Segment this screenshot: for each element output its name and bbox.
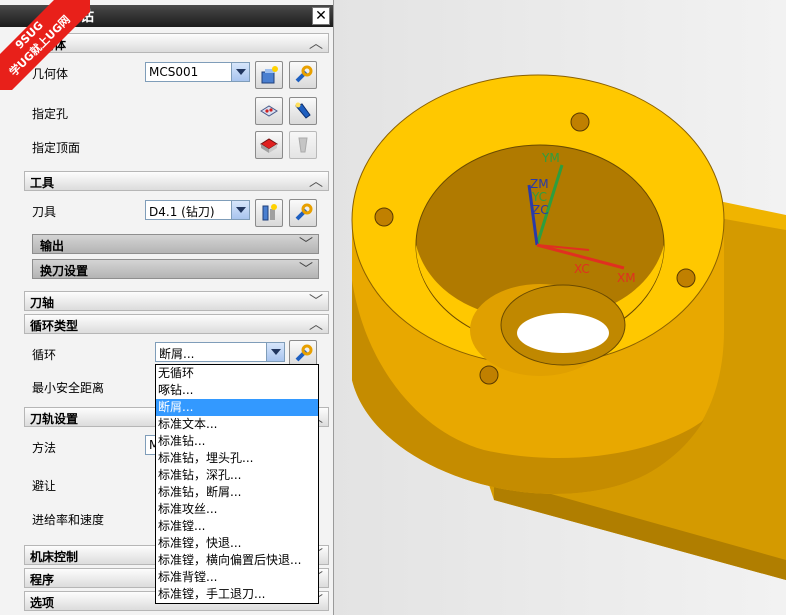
- cycle-option[interactable]: 标准钻，深孔...: [156, 467, 318, 484]
- bolt-hole: [479, 365, 499, 385]
- section-machine-control-label: 机床控制: [30, 550, 79, 564]
- edit-tool-button[interactable]: [289, 199, 317, 227]
- cycle-option[interactable]: 标准钻...: [156, 433, 318, 450]
- axis-label-xm: XM: [617, 271, 636, 285]
- chevron-up-icon: ︿: [309, 317, 323, 333]
- axis-label-zc: ZC: [532, 203, 549, 217]
- cycle-option[interactable]: 标准镗，横向偏置后快退...: [156, 552, 318, 569]
- cycle-option[interactable]: 标准钻，埋头孔...: [156, 450, 318, 467]
- specify-top-button[interactable]: [255, 131, 283, 159]
- cycle-option[interactable]: 标准攻丝...: [156, 501, 318, 518]
- new-tool-icon: [262, 204, 277, 221]
- subsection-output-label: 输出: [40, 239, 65, 253]
- axis-label-yc: YC: [532, 190, 548, 204]
- geometry-select[interactable]: MCS001: [145, 62, 250, 82]
- bolt-hole: [374, 207, 394, 227]
- cycle-select-value: 断屑...: [159, 347, 195, 361]
- cycle-option[interactable]: 标准背镗...: [156, 569, 318, 586]
- dropdown-arrow-icon[interactable]: [266, 343, 284, 361]
- tool-select-value: D4.1 (钻刀): [149, 205, 215, 219]
- geometry-select-value: MCS001: [149, 65, 199, 79]
- drilling-dialog: 钻 ✕ 几何体 ︿ 几何体 MCS001 指定孔 指定顶面 工具 ︿ 刀具 D4…: [0, 0, 334, 615]
- top-surface-icon: [260, 138, 278, 153]
- subsection-output[interactable]: 输出 ﹀: [32, 234, 319, 254]
- method-label: 方法: [32, 441, 57, 455]
- chevron-down-icon: ﹀: [299, 262, 313, 278]
- bolt-hole: [570, 112, 590, 132]
- new-geometry-icon: [261, 66, 278, 84]
- section-tool-label: 工具: [30, 176, 55, 190]
- show-holes-button[interactable]: [289, 97, 317, 125]
- flashlight-icon: [295, 102, 311, 119]
- dropdown-arrow-icon[interactable]: [231, 201, 249, 219]
- section-tool-axis-label: 刀轴: [30, 296, 55, 310]
- section-tool[interactable]: 工具 ︿: [24, 171, 329, 191]
- specify-holes-button[interactable]: [255, 97, 283, 125]
- flashlight-icon: [298, 137, 308, 153]
- axis-label-xc: XC: [574, 262, 590, 276]
- section-program-label: 程序: [30, 573, 55, 587]
- tool-label: 刀具: [32, 205, 57, 219]
- subsection-tool-change-label: 换刀设置: [40, 264, 89, 278]
- wrench-icon: [295, 65, 313, 83]
- axis-label-zm: ZM: [530, 177, 549, 191]
- new-geometry-button[interactable]: [255, 61, 283, 89]
- part-model: [351, 74, 786, 580]
- wrench-icon: [295, 344, 313, 362]
- section-tool-axis[interactable]: 刀轴 ﹀: [24, 291, 329, 311]
- tool-select[interactable]: D4.1 (钻刀): [145, 200, 250, 220]
- cycle-option[interactable]: 啄钻...: [156, 382, 318, 399]
- wrench-icon: [295, 203, 313, 221]
- section-path-settings-label: 刀轨设置: [30, 412, 79, 426]
- min-clearance-label: 最小安全距离: [32, 381, 105, 395]
- chevron-down-icon: ﹀: [309, 294, 323, 310]
- subsection-tool-change[interactable]: 换刀设置 ﹀: [32, 259, 319, 279]
- specify-holes-label: 指定孔: [32, 107, 69, 121]
- cycle-dropdown-list[interactable]: 无循环 啄钻... 断屑... 标准文本... 标准钻... 标准钻，埋头孔... 标准钻，…: [155, 364, 319, 604]
- chevron-down-icon: ﹀: [299, 237, 313, 253]
- show-top-button[interactable]: [289, 131, 317, 159]
- feeds-label: 进给率和速度: [32, 513, 105, 527]
- graphics-viewport[interactable]: YM ZM YC ZC XC XM: [334, 0, 786, 615]
- section-options-label: 选项: [30, 596, 55, 610]
- avoid-label: 避让: [32, 479, 57, 493]
- cycle-option[interactable]: 标准钻，断屑...: [156, 484, 318, 501]
- cycle-option[interactable]: 标准镗，快退...: [156, 535, 318, 552]
- specify-top-label: 指定顶面: [32, 141, 81, 155]
- cycle-select[interactable]: 断屑...: [155, 342, 285, 362]
- cycle-label: 循环: [32, 348, 57, 362]
- close-button[interactable]: ✕: [312, 7, 330, 25]
- new-tool-button[interactable]: [255, 199, 283, 227]
- section-cycle-type-label: 循环类型: [30, 319, 79, 333]
- bolt-hole: [676, 268, 696, 288]
- cycle-option[interactable]: 标准镗，手工退刀...: [156, 586, 318, 603]
- edit-geometry-button[interactable]: [289, 61, 317, 89]
- cycle-option[interactable]: 断屑...: [156, 399, 318, 416]
- dropdown-arrow-icon[interactable]: [231, 63, 249, 81]
- chevron-up-icon: ︿: [309, 36, 323, 52]
- section-cycle-type[interactable]: 循环类型 ︿: [24, 314, 329, 334]
- holes-icon: [260, 105, 278, 117]
- axis-label-ym: YM: [542, 151, 560, 165]
- watermark-ribbon: 9SUG 学UG就上UG网: [0, 0, 90, 90]
- cycle-option[interactable]: 无循环: [156, 365, 318, 382]
- watermark-logo: 9SUG 学UG就上UG网: [0, 0, 90, 90]
- cycle-option[interactable]: 标准镗...: [156, 518, 318, 535]
- chevron-up-icon: ︿: [309, 174, 323, 190]
- cycle-option[interactable]: 标准文本...: [156, 416, 318, 433]
